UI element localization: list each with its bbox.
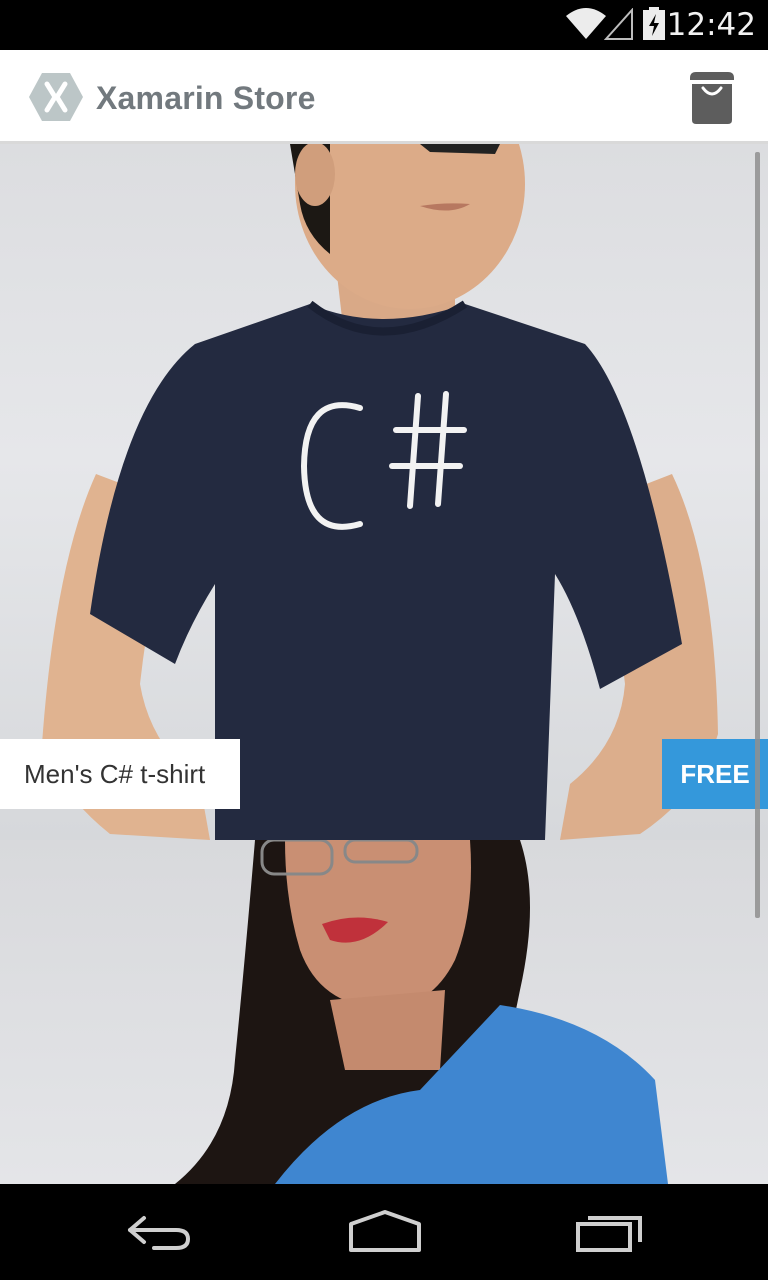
status-bar: 12:42 (0, 0, 768, 50)
cell-signal-icon (604, 8, 633, 40)
back-icon[interactable] (124, 1206, 194, 1258)
app-bar: Xamarin Store (0, 50, 768, 144)
price-badge: FREE (662, 739, 768, 809)
product-card[interactable]: Men's C# t-shirt FREE (0, 144, 768, 840)
battery-charging-icon (643, 7, 665, 40)
product-list[interactable]: Men's C# t-shirt FREE (0, 144, 768, 1184)
status-time: 12:42 (666, 7, 756, 43)
product-name: Men's C# t-shirt (0, 739, 240, 809)
product-card[interactable] (0, 840, 768, 1184)
scrollbar[interactable] (755, 152, 760, 918)
app-title: Xamarin Store (96, 80, 316, 116)
wifi-icon (566, 8, 606, 39)
product-image (175, 840, 668, 1184)
shopping-bag-icon[interactable] (686, 70, 738, 126)
product-image (42, 144, 718, 840)
home-icon[interactable] (347, 1206, 423, 1258)
xamarin-logo-icon (29, 73, 83, 121)
recent-apps-icon[interactable] (574, 1206, 646, 1258)
navigation-bar (0, 1184, 768, 1280)
